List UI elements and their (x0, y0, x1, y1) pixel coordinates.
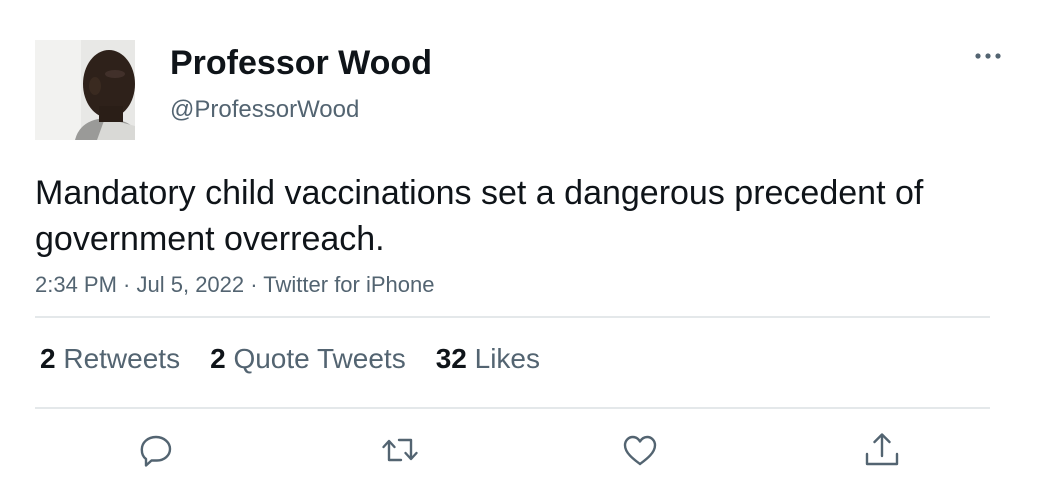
heart-icon (623, 435, 657, 466)
retweets-label: Retweets (63, 343, 181, 374)
quote-tweets-stat[interactable]: 2 Quote Tweets (210, 341, 406, 377)
retweet-button[interactable] (380, 430, 420, 470)
author-display-name[interactable]: Professor Wood (170, 42, 432, 84)
tweet-meta: 2:34 PM · Jul 5, 2022 · Twitter for iPho… (35, 270, 434, 300)
author-handle[interactable]: @ProfessorWood (170, 95, 359, 125)
quote-tweets-count: 2 (210, 343, 226, 374)
avatar-image (35, 40, 135, 140)
more-options-button[interactable] (968, 42, 1008, 70)
likes-count: 32 (435, 343, 467, 374)
meta-separator: · (244, 272, 264, 297)
reply-icon (140, 435, 172, 467)
avatar[interactable] (35, 40, 135, 140)
retweets-count: 2 (40, 343, 56, 374)
quote-tweets-label: Quote Tweets (233, 343, 406, 374)
share-button[interactable] (862, 430, 902, 470)
more-horizontal-icon (975, 53, 1001, 59)
meta-separator: · (116, 272, 137, 297)
likes-label: Likes (474, 343, 541, 374)
reply-button[interactable] (136, 430, 176, 470)
retweets-stat[interactable]: 2 Retweets (40, 341, 180, 377)
divider (35, 407, 990, 409)
tweet-date[interactable]: Jul 5, 2022 (137, 272, 245, 297)
divider (35, 316, 990, 318)
retweet-icon (382, 438, 418, 462)
likes-stat[interactable]: 32 Likes (436, 341, 540, 377)
tweet-stats: 2 Retweets 2 Quote Tweets 32 Likes (40, 341, 570, 377)
tweet-text: Mandatory child vaccinations set a dange… (35, 174, 924, 258)
like-button[interactable] (620, 430, 660, 470)
tweet-source[interactable]: Twitter for iPhone (263, 272, 434, 297)
tweet-time[interactable]: 2:34 PM (35, 272, 117, 297)
share-icon (865, 433, 899, 466)
